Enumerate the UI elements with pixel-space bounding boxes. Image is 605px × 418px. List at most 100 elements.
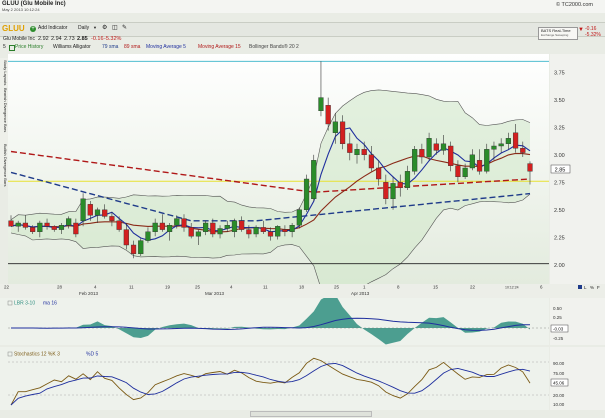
stoch-tick-3: 45.06 [553, 381, 565, 386]
candle-body [311, 160, 317, 200]
chevron-down-icon[interactable]: ▼ [93, 26, 97, 30]
candle-body [332, 121, 338, 134]
company-name: Glu Mobile Inc [3, 36, 35, 42]
lbr-pane[interactable]: LBR 3-10 ma 16 0.50 0.25 -0.03 -0.25 [0, 298, 605, 345]
candle-body [419, 149, 425, 158]
gear-icon[interactable]: ⚙ [102, 25, 107, 31]
candle-body [102, 209, 108, 217]
candle-body [152, 222, 158, 233]
candle-body [383, 182, 389, 200]
candle-body [505, 138, 511, 145]
title-bar: GLUU (Glu Mobile Inc) May 2 2013 10:12:2… [0, 0, 605, 13]
candle-body [512, 132, 519, 149]
candle-body [289, 224, 295, 232]
candle-body [303, 178, 310, 210]
candle-body [433, 143, 439, 151]
add-icon: + [30, 26, 36, 32]
quote-close: 2.85 [77, 36, 88, 42]
candle-body [203, 222, 209, 233]
candle-body [267, 231, 274, 237]
percent-scale-toggle[interactable]: % [590, 285, 594, 290]
lbr-tick-2: 0.25 [553, 315, 562, 320]
candle-body [123, 229, 129, 246]
lbr-tick-4: -0.25 [553, 336, 564, 341]
realtime-pct: -5.32% [585, 32, 601, 38]
symbol-label[interactable]: GLUU [2, 25, 25, 33]
candle-body [8, 220, 14, 227]
price-tick-label: 2.50 [554, 208, 565, 214]
chart-mode-icon[interactable] [578, 285, 582, 289]
month-label-apr: Apr 2013 [351, 291, 370, 296]
candle-body [224, 224, 230, 229]
month-label-feb: Feb 2013 [79, 291, 99, 296]
candle-body [166, 224, 173, 232]
candle-body [66, 218, 72, 226]
candle-body [361, 149, 367, 156]
candle-body [239, 220, 245, 230]
candle-body [22, 222, 29, 228]
price-tick-label: 2.25 [554, 235, 565, 241]
candle-body [520, 147, 526, 153]
candle-body [174, 218, 180, 226]
realtime-sub: Exchange Sweeping [541, 33, 569, 37]
candle-body [376, 167, 382, 180]
candle-body [188, 227, 194, 237]
candle-body [260, 227, 266, 232]
candle-body [181, 218, 187, 228]
candle-body [109, 216, 115, 221]
lbr-tick-3: -0.03 [553, 327, 564, 332]
candle-body [469, 154, 475, 169]
candle-body [448, 145, 454, 166]
candle-body [282, 229, 288, 233]
candle-body [217, 228, 223, 235]
candle-body [87, 204, 93, 216]
candle-body [440, 143, 447, 151]
stoch-d-label[interactable]: %D 5 [86, 352, 98, 358]
legend-alligator[interactable]: Williams Alligator [53, 45, 91, 50]
legend-price-history[interactable]: Price History [15, 45, 43, 50]
date-tick-label: 15 [433, 285, 439, 290]
fit-scale-toggle[interactable]: F [597, 285, 600, 290]
date-axis-time: 10:12:24 [505, 286, 519, 290]
legend-bollinger[interactable]: Bollinger Bands® 20 2 [249, 45, 299, 50]
stoch-tick-4: 20.00 [553, 393, 565, 398]
stoch-label[interactable]: Stochastics 12 %K 3 [14, 352, 60, 358]
lbr-label[interactable]: LBR 3-10 [14, 301, 35, 307]
candle-body [325, 105, 331, 125]
price-tick-label: 3.75 [554, 70, 565, 76]
candle-body [195, 231, 202, 237]
candle-body [44, 222, 50, 227]
legend-ma15[interactable]: Moving Average 15 [198, 45, 241, 50]
price-tick-label: 3.00 [554, 153, 565, 159]
quote-change: -0.16 [91, 36, 104, 42]
arrow-down-icon: ▼ [578, 27, 584, 33]
date-tick-label: 22 [470, 285, 476, 290]
candle-body [318, 97, 324, 111]
horizontal-scrollbar[interactable] [250, 411, 372, 417]
draw-tool-icon[interactable]: ✎ [122, 25, 127, 31]
candle-body [476, 160, 483, 172]
candle-body [368, 154, 375, 169]
timeframe-select[interactable]: Daily [78, 26, 89, 31]
candle-body [412, 149, 418, 172]
stoch-tick-2: 75.00 [553, 371, 565, 376]
candle-body [253, 227, 259, 235]
legend-89sma[interactable]: 89 sma [124, 45, 140, 50]
legend-ma5[interactable]: Moving Average 5 [146, 45, 186, 50]
lbr-ma-label[interactable]: ma 16 [43, 301, 57, 307]
lock-icon[interactable]: ◫ [112, 25, 118, 31]
price-chart[interactable]: 3.75 3.50 3.25 3.00 2.75 2.50 2.25 2.00 2.85 [0, 54, 605, 284]
legend-79sma[interactable]: 79 sma [102, 45, 118, 50]
add-indicator-button[interactable]: Add Indicator [38, 26, 67, 31]
candle-body [80, 198, 86, 222]
candle-body [51, 226, 57, 230]
candle-body [354, 149, 360, 156]
date-tick-label: 18 [299, 285, 305, 290]
date-tick-label: 11 [129, 285, 134, 290]
stochastics-pane[interactable]: Stochastics 12 %K 3 %D 5 90.00 75.00 45.… [0, 347, 605, 410]
candle-body [73, 222, 79, 235]
month-label-mar: Mar 2013 [205, 291, 225, 296]
watermark: © TC2000.com [556, 2, 593, 8]
stoch-tick-1: 90.00 [553, 361, 565, 366]
price-tick-label: 3.25 [554, 125, 565, 131]
